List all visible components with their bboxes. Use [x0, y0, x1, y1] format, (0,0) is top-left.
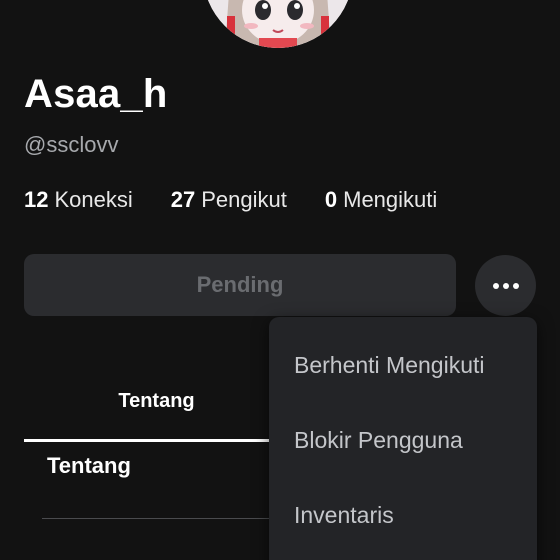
- section-title: Tentang: [47, 453, 131, 478]
- stat-count: 27: [170, 187, 196, 212]
- stat-count: 0: [324, 187, 338, 212]
- stat-following[interactable]: 0 Mengikuti: [325, 185, 437, 215]
- menu-item-block-user[interactable]: Blokir Pengguna: [294, 425, 463, 455]
- tab-about[interactable]: Tentang: [24, 385, 289, 417]
- avatar[interactable]: [203, 0, 353, 48]
- profile-screen: Asaa_h @ssclovv 12 Koneksi 27 Pengikut 0…: [0, 0, 560, 560]
- stat-followers[interactable]: 27 Pengikut: [171, 185, 287, 215]
- stat-connections[interactable]: 12 Koneksi: [24, 185, 133, 215]
- divider: [42, 518, 282, 519]
- options-menu: Berhenti Mengikuti Blokir Pengguna Inven…: [269, 317, 537, 560]
- more-options-button[interactable]: [475, 255, 536, 316]
- ellipsis-icon: [492, 282, 519, 289]
- stat-label: Koneksi: [54, 187, 133, 212]
- stat-count: 12: [24, 187, 49, 212]
- display-name: Asaa_h: [24, 72, 168, 116]
- profile-stats: 12 Koneksi 27 Pengikut 0 Mengikuti: [24, 185, 437, 215]
- menu-item-inventory[interactable]: Inventaris: [294, 500, 394, 530]
- stat-label: Mengikuti: [343, 187, 438, 212]
- tab-active-indicator: [24, 439, 294, 442]
- pending-button[interactable]: Pending: [24, 254, 456, 316]
- stat-label: Pengikut: [201, 187, 287, 212]
- username: @ssclovv: [24, 132, 119, 157]
- menu-item-unfollow[interactable]: Berhenti Mengikuti: [294, 350, 485, 380]
- avatar-image: [203, 0, 353, 48]
